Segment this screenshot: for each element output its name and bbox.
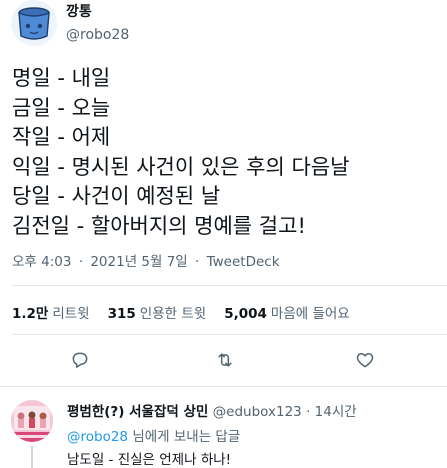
replying-to-mention[interactable]: @robo28 xyxy=(67,429,128,445)
tweet-time[interactable]: 오후 4:03 xyxy=(12,254,71,270)
tweet-line: 명일 - 내일 xyxy=(12,66,111,90)
meta-separator: · xyxy=(195,254,200,270)
like-count[interactable]: 5,004 마음에 들어요 xyxy=(224,302,350,322)
tweet-line: 김전일 - 할아버지의 명예를 걸고! xyxy=(12,213,306,238)
reply-text: 남도일 - 진실은 언제나 하나! xyxy=(67,452,232,468)
meta-separator: · xyxy=(78,254,84,270)
tweet-line: 작일 - 어제 xyxy=(12,125,111,149)
heart-icon xyxy=(356,353,374,368)
divider xyxy=(0,386,447,387)
reply-button[interactable] xyxy=(68,348,92,372)
retweet-count-value: 1.2만 xyxy=(12,306,49,322)
tweet-meta: 오후 4:03 · 2021년 5월 7일 · TweetDeck xyxy=(12,250,280,270)
tweet-line: 당일 - 사건이 예정된 날 xyxy=(12,184,221,208)
quote-count[interactable]: 315 인용한 트윗 xyxy=(108,302,207,322)
tweet-actions xyxy=(0,348,447,372)
retweet-count-label: 리트윗 xyxy=(52,306,90,322)
retweet-count[interactable]: 1.2만 리트윗 xyxy=(12,302,90,322)
reply-handle[interactable]: @edubox123 xyxy=(213,404,302,420)
like-count-label: 마음에 들어요 xyxy=(270,306,350,322)
reply-separator: · xyxy=(306,404,311,420)
tweet-stats: 1.2만 리트윗 315 인용한 트윗 5,004 마음에 들어요 xyxy=(12,302,350,322)
like-button[interactable] xyxy=(353,348,377,372)
reply-age[interactable]: 14시간 xyxy=(315,404,357,420)
quote-count-value: 315 xyxy=(107,306,136,322)
thread-line xyxy=(31,446,33,468)
divider xyxy=(12,334,447,335)
tweet-line: 금일 - 오늘 xyxy=(12,95,111,120)
tweet-text: 명일 - 내일 금일 - 오늘 작일 - 어제 익일 - 명시된 사건이 있은 … xyxy=(12,64,442,241)
reply-avatar[interactable] xyxy=(11,400,53,442)
retweet-button[interactable] xyxy=(213,348,237,372)
retweet-icon xyxy=(218,353,232,367)
like-count-value: 5,004 xyxy=(224,306,267,322)
replying-to-label: 님에게 보내는 답글 xyxy=(128,429,241,445)
author-avatar[interactable] xyxy=(11,0,57,46)
tweet-line: 익일 - 명시된 사건이 있은 후의 다음날 xyxy=(12,154,350,179)
author-display-name[interactable]: 깡통 xyxy=(66,3,129,21)
reply-header: 평범한(?) 서울잡덕 상민 @edubox123 · 14시간 xyxy=(67,400,357,420)
reply-display-name[interactable]: 평범한(?) 서울잡덕 상민 xyxy=(67,404,208,420)
quote-count-label: 인용한 트윗 xyxy=(139,306,207,322)
reply-icon xyxy=(72,352,88,368)
author-handle[interactable]: @robo28 xyxy=(66,26,129,44)
author-block: 깡통 @robo28 xyxy=(66,3,129,44)
tweet-date[interactable]: 2021년 5월 7일 xyxy=(90,254,187,270)
replying-to: @robo28 님에게 보내는 답글 xyxy=(67,425,240,445)
tweet-source[interactable]: TweetDeck xyxy=(207,254,280,270)
divider xyxy=(12,285,447,286)
